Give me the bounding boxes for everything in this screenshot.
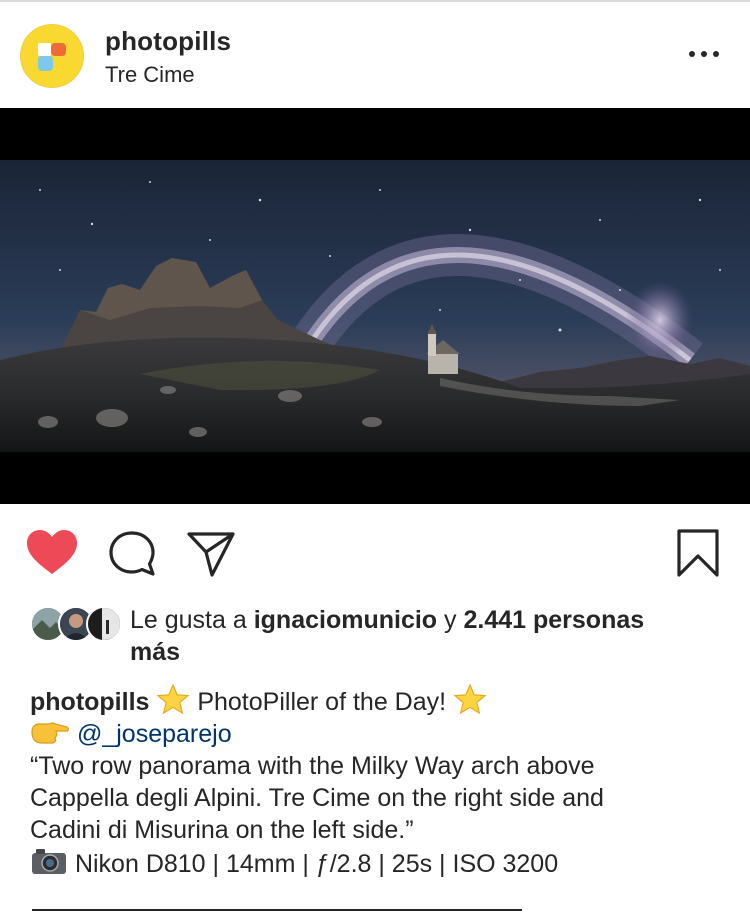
caption-username[interactable]: photopills bbox=[30, 688, 149, 716]
likes-suffix[interactable]: más bbox=[130, 636, 180, 668]
pointing-hand-emoji-icon bbox=[31, 722, 70, 744]
caption-gear-info: Nikon D810 | 14mm | ƒ/2.8 | 25s | ISO 32… bbox=[74, 850, 559, 878]
camera-emoji-icon bbox=[32, 849, 66, 874]
caption-divider-line bbox=[32, 909, 522, 911]
liker-username[interactable]: ignaciomunicio bbox=[254, 606, 437, 634]
likes-text: Le gusta a ignaciomunicio y 2.441 person… bbox=[130, 604, 730, 636]
liker-avatars[interactable] bbox=[30, 606, 126, 642]
more-dot-icon bbox=[701, 51, 707, 57]
bookmark-icon[interactable] bbox=[676, 528, 720, 578]
photopills-logo-icon bbox=[38, 43, 66, 71]
likes-connector: y bbox=[444, 606, 457, 634]
silhouette-photo-icon bbox=[88, 608, 120, 640]
likes-count[interactable]: 2.441 personas bbox=[463, 606, 644, 634]
comment-bubble-icon[interactable] bbox=[108, 530, 156, 578]
paper-plane-icon[interactable] bbox=[186, 530, 236, 578]
milky-way-panorama-image bbox=[0, 160, 750, 452]
heart-filled-icon[interactable] bbox=[26, 530, 78, 576]
caption-mention-link[interactable]: @_joseparejo bbox=[77, 720, 232, 748]
profile-avatar[interactable] bbox=[20, 24, 84, 88]
liker-avatar bbox=[86, 606, 122, 642]
post-header: photopills Tre Cime bbox=[0, 2, 750, 108]
post-photo[interactable] bbox=[0, 108, 750, 504]
star-emoji-icon bbox=[453, 684, 487, 714]
caption-quote-line-1: “Two row panorama with the Milky Way arc… bbox=[30, 752, 595, 780]
star-emoji-icon bbox=[156, 684, 190, 714]
caption-title: PhotoPiller of the Day! bbox=[197, 688, 447, 716]
caption-quote-line-3: Cadini di Misurina on the left side.” bbox=[30, 816, 414, 844]
post-action-bar bbox=[0, 504, 750, 598]
caption-line-1: photopills PhotoPiller of the Day! bbox=[30, 684, 730, 718]
caption-quote-line-2: Cappella degli Alpini. Tre Cime on the r… bbox=[30, 784, 604, 812]
post-location[interactable]: Tre Cime bbox=[105, 62, 195, 88]
post-caption: photopills PhotoPiller of the Day! @_jos… bbox=[30, 684, 730, 880]
caption-line-gear: Nikon D810 | 14mm | ƒ/2.8 | 25s | ISO 32… bbox=[30, 846, 730, 880]
likes-prefix: Le gusta a bbox=[130, 606, 247, 634]
likes-summary: Le gusta a ignaciomunicio y 2.441 person… bbox=[30, 604, 730, 674]
more-dot-icon bbox=[713, 51, 719, 57]
more-dot-icon bbox=[689, 51, 695, 57]
more-options-button[interactable] bbox=[684, 42, 724, 66]
caption-line-2: @_joseparejo bbox=[30, 718, 730, 750]
post-username[interactable]: photopills bbox=[105, 26, 231, 57]
